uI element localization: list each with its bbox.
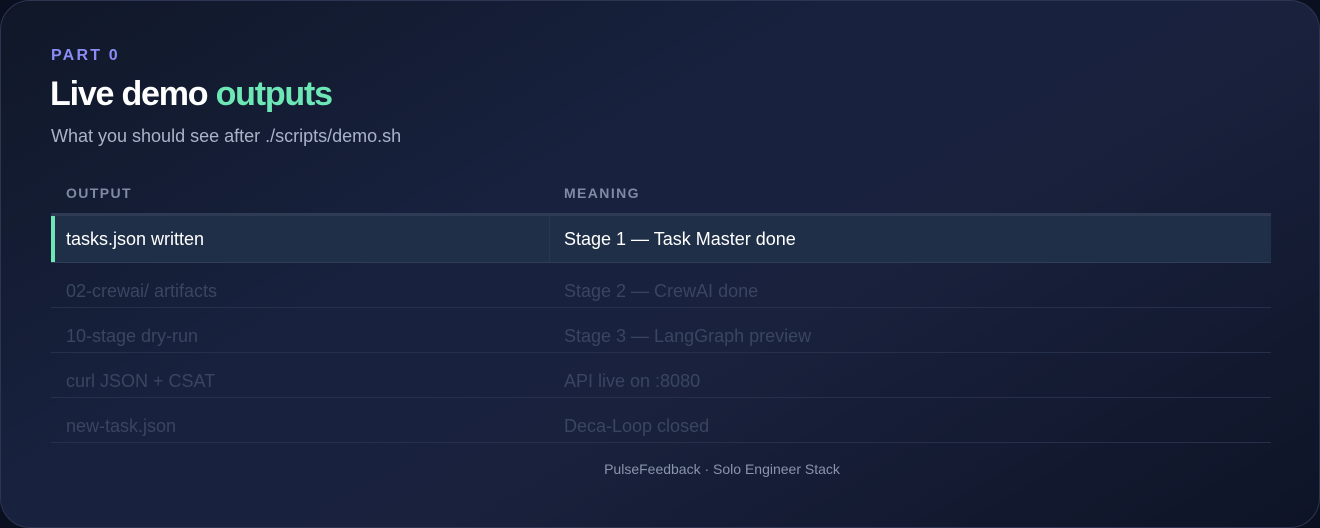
output-cell: tasks.json written	[66, 229, 205, 249]
table-row: curl JSON + CSAT API live on :8080	[51, 353, 1271, 398]
column-header-output: OUTPUT	[66, 185, 132, 201]
slide-card: PART 0 Live demo outputs What you should…	[0, 0, 1320, 528]
output-cell: curl JSON + CSAT	[66, 371, 216, 391]
meaning-cell: Deca-Loop closed	[564, 416, 710, 436]
slide-title: Live demo outputs	[50, 75, 333, 114]
meaning-cell: Stage 3 — LangGraph preview	[564, 326, 812, 346]
meaning-cell: Stage 1 — Task Master done	[564, 229, 796, 249]
title-main: Live demo	[50, 75, 216, 113]
table-header: OUTPUT MEANING	[51, 173, 1271, 216]
meaning-cell: API live on :8080	[564, 371, 701, 391]
outputs-table: OUTPUT MEANING tasks.json written Stage …	[51, 173, 1271, 443]
table-row: 02-crewai/ artifacts Stage 2 — CrewAI do…	[51, 263, 1271, 308]
output-cell: new-task.json	[66, 416, 177, 436]
table-row: 10-stage dry-run Stage 3 — LangGraph pre…	[51, 308, 1271, 353]
column-divider	[549, 216, 550, 262]
output-cell: 02-crewai/ artifacts	[66, 281, 218, 301]
meaning-cell: Stage 2 — CrewAI done	[564, 281, 759, 301]
title-accent: outputs	[215, 75, 333, 113]
section-eyebrow: PART 0	[51, 47, 120, 64]
slide-subtitle: What you should see after ./scripts/demo…	[51, 126, 402, 146]
table-row: new-task.json Deca-Loop closed	[51, 398, 1271, 443]
table-row-active: tasks.json written Stage 1 — Task Master…	[51, 216, 1271, 263]
column-header-meaning: MEANING	[564, 185, 640, 201]
slide-footer: PulseFeedback · Solo Engineer Stack	[604, 461, 840, 477]
output-cell: 10-stage dry-run	[66, 326, 199, 346]
